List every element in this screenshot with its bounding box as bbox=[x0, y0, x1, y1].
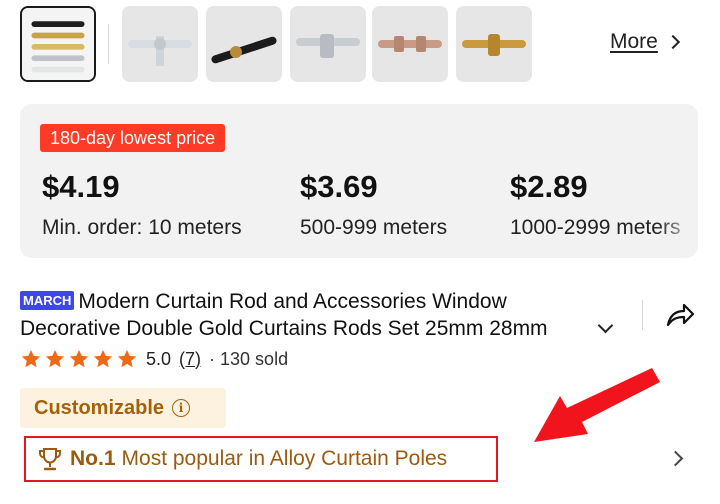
overflow-fade bbox=[658, 204, 698, 248]
thumbnail-strip: More bbox=[0, 0, 720, 90]
star-icon bbox=[69, 349, 89, 368]
more-label: More bbox=[610, 30, 658, 53]
thumbnail-1-selected[interactable] bbox=[20, 6, 96, 82]
sold-count: · 130 sold bbox=[209, 348, 289, 369]
tier-price: $2.89 bbox=[510, 169, 588, 204]
price-tiers-panel: 180-day lowest price $4.19 Min. order: 1… bbox=[20, 104, 698, 258]
march-promo-badge: MARCH bbox=[20, 291, 75, 310]
thumbnail-3[interactable] bbox=[206, 6, 282, 82]
customizable-label: Customizable bbox=[34, 396, 165, 419]
star-icon bbox=[21, 349, 41, 368]
chevron-right-icon bbox=[665, 34, 680, 50]
price-tier-3: $2.89 1000-2999 meters bbox=[510, 170, 680, 240]
ranking-row[interactable]: No.1 Most popular in Alloy Curtain Poles bbox=[24, 436, 498, 482]
rating-row: 5.0 (7) · 130 sold bbox=[20, 348, 288, 370]
tier-quantity: Min. order: 10 meters bbox=[42, 216, 242, 239]
share-icon[interactable] bbox=[664, 300, 696, 330]
price-tier-1: $4.19 Min. order: 10 meters bbox=[42, 170, 242, 240]
thumbnail-5[interactable] bbox=[372, 6, 448, 82]
title-line-1: MARCH Modern Curtain Rod and Accessories … bbox=[20, 288, 620, 315]
trophy-icon bbox=[39, 448, 61, 471]
rating-score: 5.0 bbox=[146, 348, 172, 369]
tier-price: $3.69 bbox=[300, 169, 378, 204]
tier-quantity: 1000-2999 meters bbox=[510, 216, 681, 239]
star-rating bbox=[20, 348, 138, 370]
info-icon: i bbox=[172, 399, 191, 417]
thumbnail-2[interactable] bbox=[122, 6, 198, 82]
annotation-arrow-icon bbox=[534, 368, 660, 442]
product-title[interactable]: MARCH Modern Curtain Rod and Accessories … bbox=[20, 288, 620, 342]
tier-price: $4.19 bbox=[42, 169, 120, 204]
tier-quantity: 500-999 meters bbox=[300, 216, 448, 239]
more-thumbnails-link[interactable]: More bbox=[610, 30, 680, 54]
share-divider bbox=[642, 300, 643, 330]
thumbnail-4[interactable] bbox=[290, 6, 366, 82]
thumbnail-6[interactable] bbox=[456, 6, 532, 82]
star-icon bbox=[117, 349, 137, 368]
lowest-price-badge: 180-day lowest price bbox=[40, 124, 226, 152]
price-tier-2: $3.69 500-999 meters bbox=[300, 170, 447, 240]
thumbnail-divider bbox=[108, 24, 109, 64]
star-icon bbox=[93, 349, 113, 368]
star-icon bbox=[45, 349, 65, 368]
chevron-right-icon[interactable] bbox=[667, 450, 684, 467]
review-count-link[interactable]: (7) bbox=[179, 349, 201, 370]
rank-text: Most popular in Alloy Curtain Poles bbox=[121, 447, 448, 470]
title-line-2: Decorative Double Gold Curtains Rods Set… bbox=[20, 317, 548, 340]
rank-label: No.1 bbox=[70, 447, 116, 470]
title-text-1: Modern Curtain Rod and Accessories Windo… bbox=[78, 290, 507, 313]
customizable-tag[interactable]: Customizable i bbox=[20, 388, 226, 428]
